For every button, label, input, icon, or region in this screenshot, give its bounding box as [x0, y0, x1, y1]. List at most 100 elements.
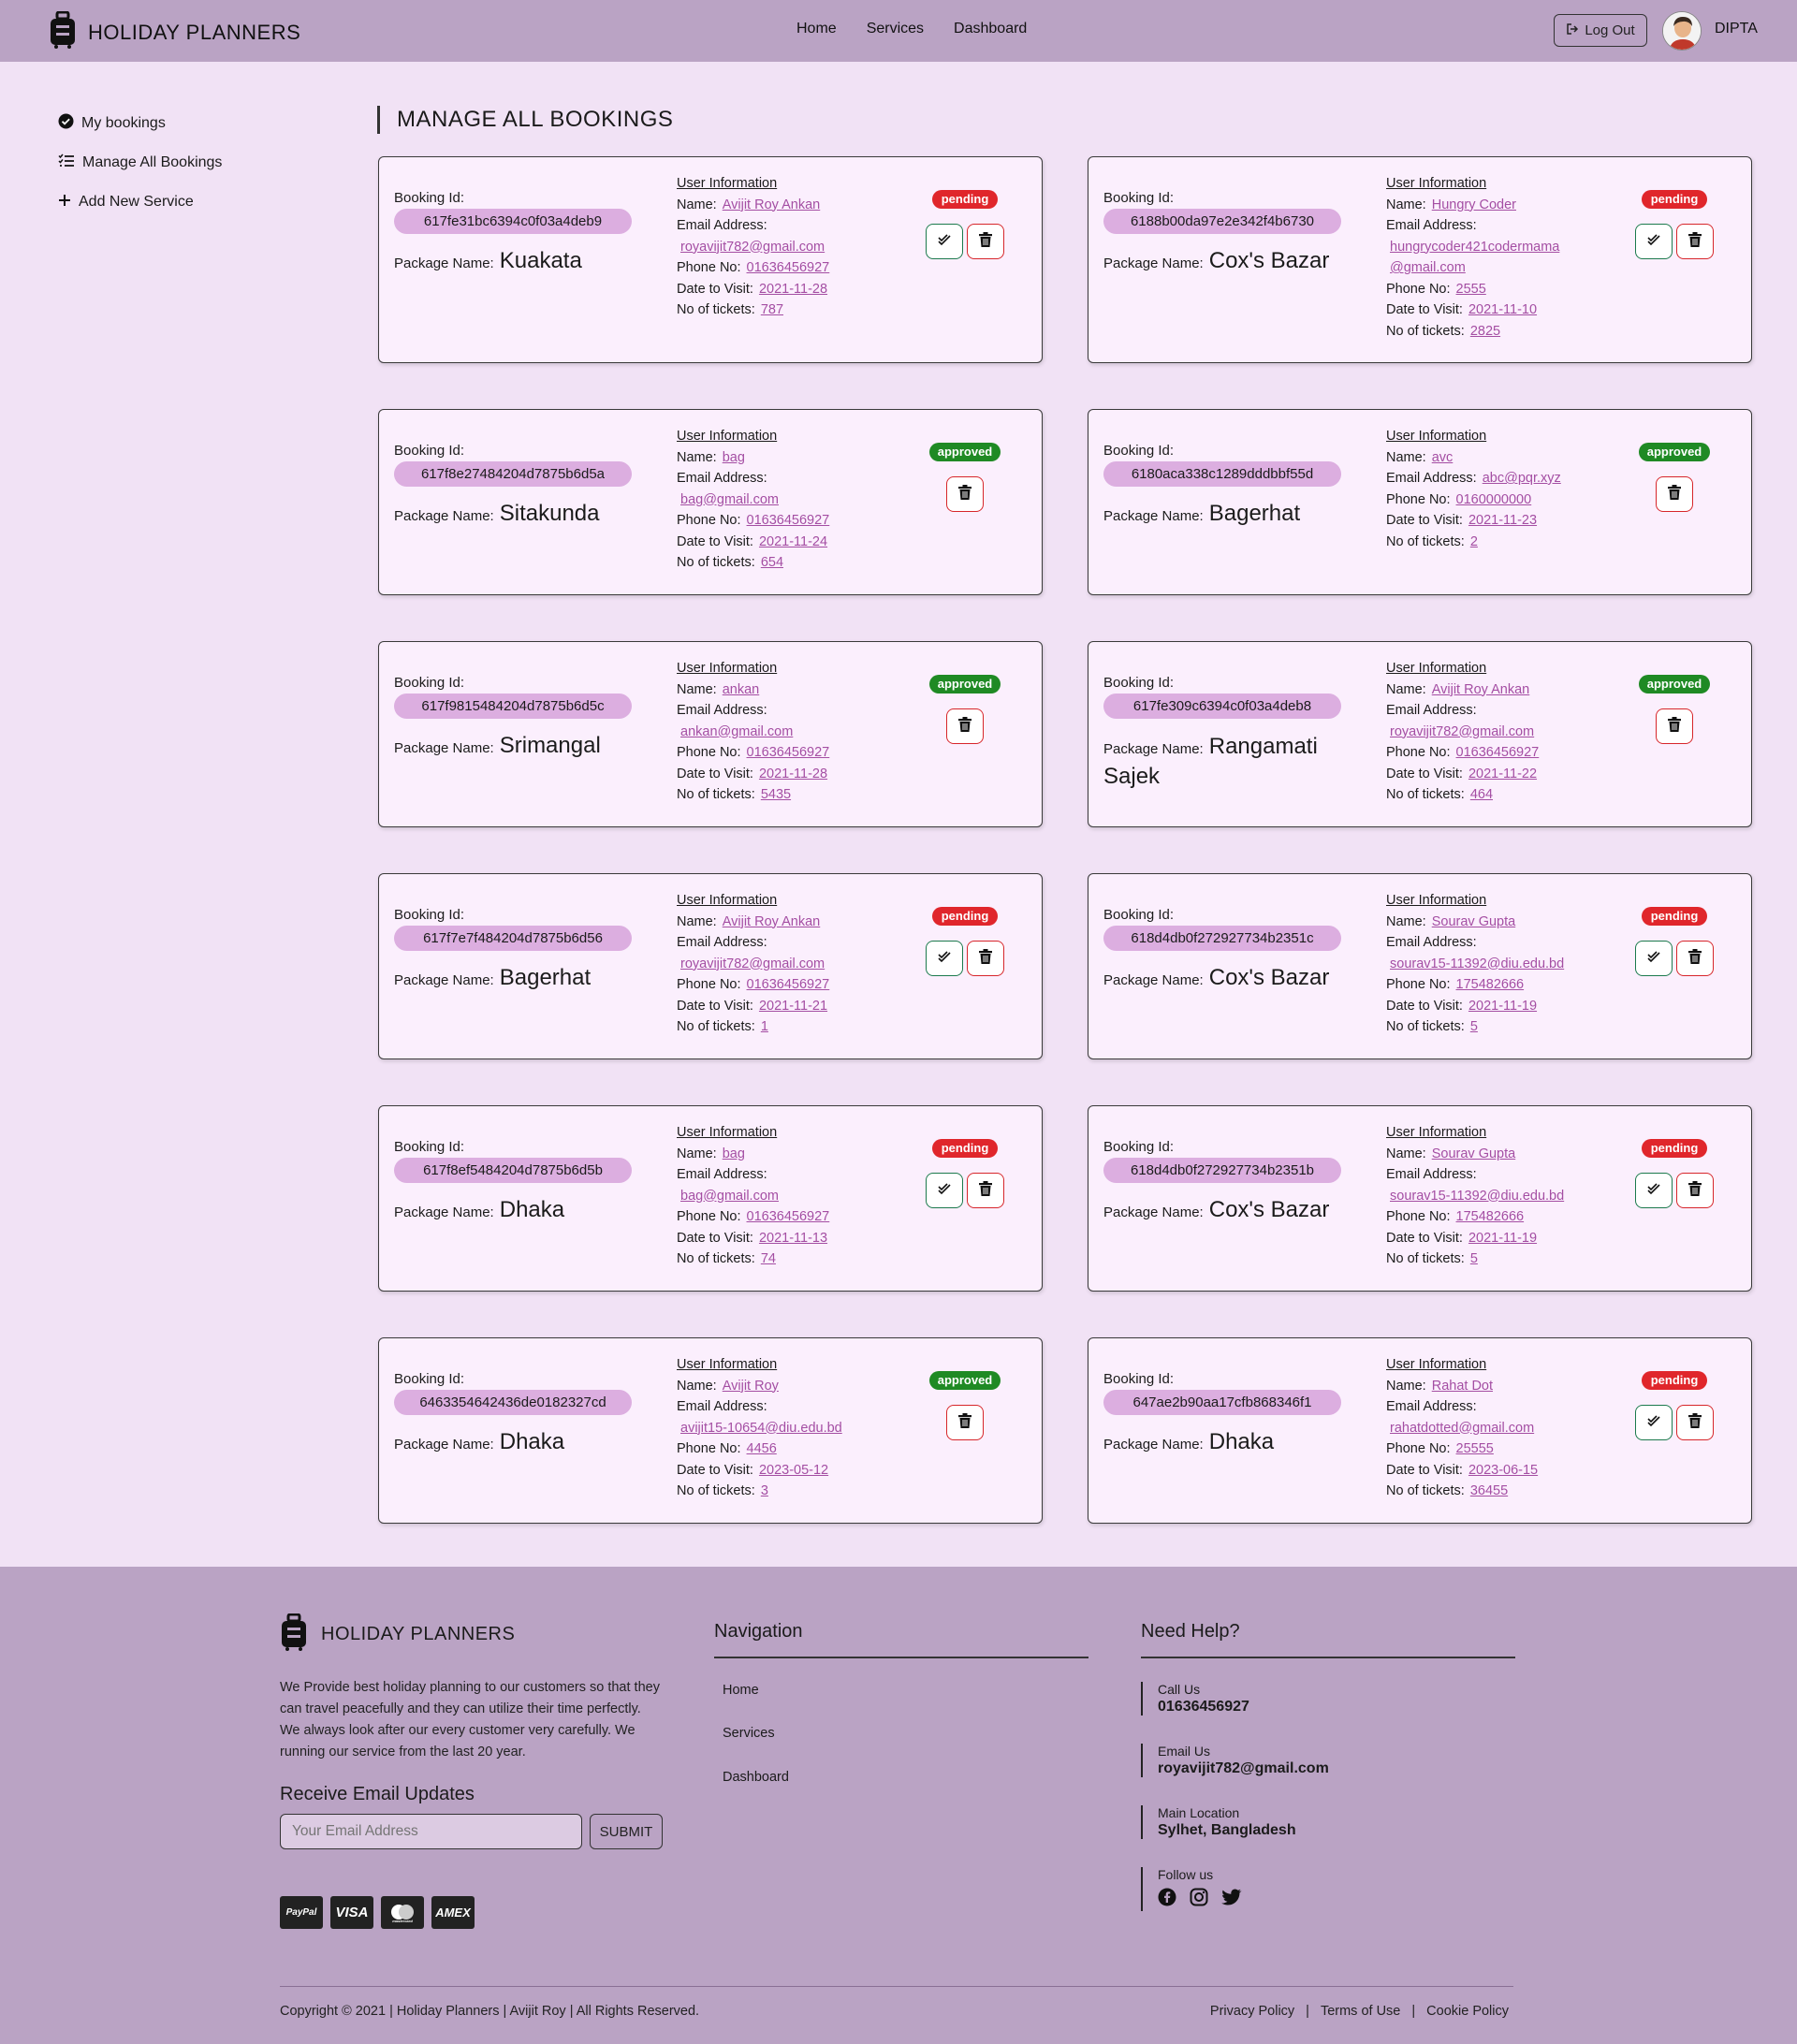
email-us-value[interactable]: royavijit782@gmail.com	[1158, 1760, 1329, 1777]
tickets-link[interactable]: 5435	[761, 787, 791, 802]
approve-button[interactable]	[1635, 1405, 1673, 1440]
logout-button[interactable]: Log Out	[1554, 14, 1647, 47]
tickets-link[interactable]: 74	[761, 1251, 776, 1266]
approve-button[interactable]	[926, 941, 963, 976]
tickets-link[interactable]: 1	[761, 1019, 768, 1034]
user-name-link[interactable]: bag	[723, 1146, 745, 1161]
visit-date-link[interactable]: 2021-11-19	[1468, 1231, 1537, 1246]
brand-logo[interactable]: HOLIDAY PLANNERS	[49, 10, 300, 53]
sidebar-item-add-new-service[interactable]: Add New Service	[58, 193, 222, 212]
terms-of-use-link[interactable]: Terms of Use	[1321, 2004, 1400, 2019]
visit-date-link[interactable]: 2021-11-24	[759, 534, 827, 549]
tickets-link[interactable]: 36455	[1470, 1483, 1508, 1498]
user-name-link[interactable]: Hungry Coder	[1432, 197, 1516, 212]
footer-brand[interactable]: HOLIDAY PLANNERS	[280, 1613, 515, 1656]
user-phone-link[interactable]: 175482666	[1456, 1209, 1525, 1224]
user-name-link[interactable]: Sourav Gupta	[1432, 914, 1515, 929]
user-name-link[interactable]: Sourav Gupta	[1432, 1146, 1515, 1161]
visit-date-link[interactable]: 2021-11-21	[759, 999, 827, 1014]
delete-button[interactable]	[1676, 224, 1714, 259]
user-email-link[interactable]: rahatdotted@gmail.com	[1390, 1421, 1534, 1436]
nav-services[interactable]: Services	[867, 21, 924, 37]
user-phone-link[interactable]: 01636456927	[747, 260, 830, 275]
tickets-link[interactable]: 654	[761, 555, 783, 570]
user-email-link[interactable]: royavijit782@gmail.com	[680, 956, 825, 971]
user-email-link[interactable]: royavijit782@gmail.com	[1390, 724, 1534, 739]
user-phone-link[interactable]: 01636456927	[747, 1209, 830, 1224]
user-email-link[interactable]: sourav15-11392@diu.edu.bd	[1390, 1189, 1564, 1204]
approve-button[interactable]	[926, 224, 963, 259]
user-email-link[interactable]: hungrycoder421codermama	[1390, 240, 1559, 255]
user-phone-link[interactable]: 2555	[1456, 282, 1486, 297]
user-phone-link[interactable]: 25555	[1456, 1441, 1494, 1456]
visit-date-link[interactable]: 2023-06-15	[1468, 1463, 1538, 1478]
newsletter-email-input[interactable]	[280, 1814, 582, 1849]
tickets-link[interactable]: 5	[1470, 1251, 1478, 1266]
tickets-link[interactable]: 5	[1470, 1019, 1478, 1034]
delete-button[interactable]	[1656, 476, 1693, 512]
user-email-link[interactable]: bag@gmail.com	[680, 492, 779, 507]
user-phone-link[interactable]: 01636456927	[747, 513, 830, 528]
approve-button[interactable]	[926, 1173, 963, 1208]
footer-nav-dashboard[interactable]: Dashboard	[723, 1770, 789, 1785]
user-phone-link[interactable]: 01636456927	[747, 745, 830, 760]
visit-date-link[interactable]: 2021-11-19	[1468, 999, 1537, 1014]
delete-button[interactable]	[967, 224, 1004, 259]
call-us-value[interactable]: 01636456927	[1158, 1699, 1249, 1716]
newsletter-submit-button[interactable]: SUBMIT	[590, 1814, 663, 1849]
delete-button[interactable]	[1656, 708, 1693, 744]
visit-date-link[interactable]: 2021-11-10	[1468, 302, 1537, 317]
delete-button[interactable]	[1676, 941, 1714, 976]
visit-date-link[interactable]: 2021-11-23	[1468, 513, 1537, 528]
tickets-link[interactable]: 2	[1470, 534, 1478, 549]
tickets-link[interactable]: 2825	[1470, 324, 1500, 339]
visit-date-link[interactable]: 2023-05-12	[759, 1463, 828, 1478]
user-name-link[interactable]: avc	[1432, 450, 1454, 465]
user-email-link[interactable]: royavijit782@gmail.com	[680, 240, 825, 255]
user-phone-link[interactable]: 01636456927	[747, 977, 830, 992]
delete-button[interactable]	[967, 1173, 1004, 1208]
user-phone-link[interactable]: 0160000000	[1456, 492, 1532, 507]
user-phone-link[interactable]: 175482666	[1456, 977, 1525, 992]
user-name-link[interactable]: Rahat Dot	[1432, 1379, 1493, 1394]
footer-nav-services[interactable]: Services	[723, 1726, 775, 1741]
facebook-icon[interactable]	[1158, 1888, 1176, 1911]
delete-button[interactable]	[946, 708, 984, 744]
user-name-link[interactable]: bag	[723, 450, 745, 465]
nav-dashboard[interactable]: Dashboard	[954, 21, 1027, 37]
sidebar-item-manage-all-bookings[interactable]: Manage All Bookings	[58, 153, 222, 172]
nav-home[interactable]: Home	[796, 21, 837, 37]
footer-nav-home[interactable]: Home	[723, 1683, 759, 1698]
visit-date-link[interactable]: 2021-11-28	[759, 282, 827, 297]
user-name-link[interactable]: Avijit Roy	[723, 1379, 779, 1394]
user-name-link[interactable]: ankan	[723, 682, 760, 697]
delete-button[interactable]	[1676, 1173, 1714, 1208]
user-name-link[interactable]: Avijit Roy Ankan	[1432, 682, 1530, 697]
approve-button[interactable]	[1635, 224, 1673, 259]
twitter-icon[interactable]	[1221, 1888, 1242, 1911]
delete-button[interactable]	[967, 941, 1004, 976]
instagram-icon[interactable]	[1190, 1888, 1208, 1911]
visit-date-link[interactable]: 2021-11-13	[759, 1231, 827, 1246]
delete-button[interactable]	[946, 476, 984, 512]
user-phone-link[interactable]: 01636456927	[1456, 745, 1540, 760]
approve-button[interactable]	[1635, 1173, 1673, 1208]
user-email-link[interactable]: sourav15-11392@diu.edu.bd	[1390, 956, 1564, 971]
sidebar-item-my-bookings[interactable]: My bookings	[58, 113, 222, 133]
user-phone-link[interactable]: 4456	[747, 1441, 777, 1456]
user-name-link[interactable]: Avijit Roy Ankan	[723, 914, 821, 929]
delete-button[interactable]	[946, 1405, 984, 1440]
user-email-link[interactable]: abc@pqr.xyz	[1483, 471, 1561, 486]
user-email-link[interactable]: bag@gmail.com	[680, 1189, 779, 1204]
approve-button[interactable]	[1635, 941, 1673, 976]
tickets-link[interactable]: 464	[1470, 787, 1493, 802]
tickets-link[interactable]: 787	[761, 302, 783, 317]
avatar[interactable]	[1662, 11, 1702, 51]
visit-date-link[interactable]: 2021-11-28	[759, 766, 827, 781]
user-email-link-continued[interactable]: @gmail.com	[1390, 260, 1466, 275]
user-name-link[interactable]: Avijit Roy Ankan	[723, 197, 821, 212]
user-email-link[interactable]: ankan@gmail.com	[680, 724, 793, 739]
privacy-policy-link[interactable]: Privacy Policy	[1210, 2004, 1294, 2019]
visit-date-link[interactable]: 2021-11-22	[1468, 766, 1537, 781]
tickets-link[interactable]: 3	[761, 1483, 768, 1498]
